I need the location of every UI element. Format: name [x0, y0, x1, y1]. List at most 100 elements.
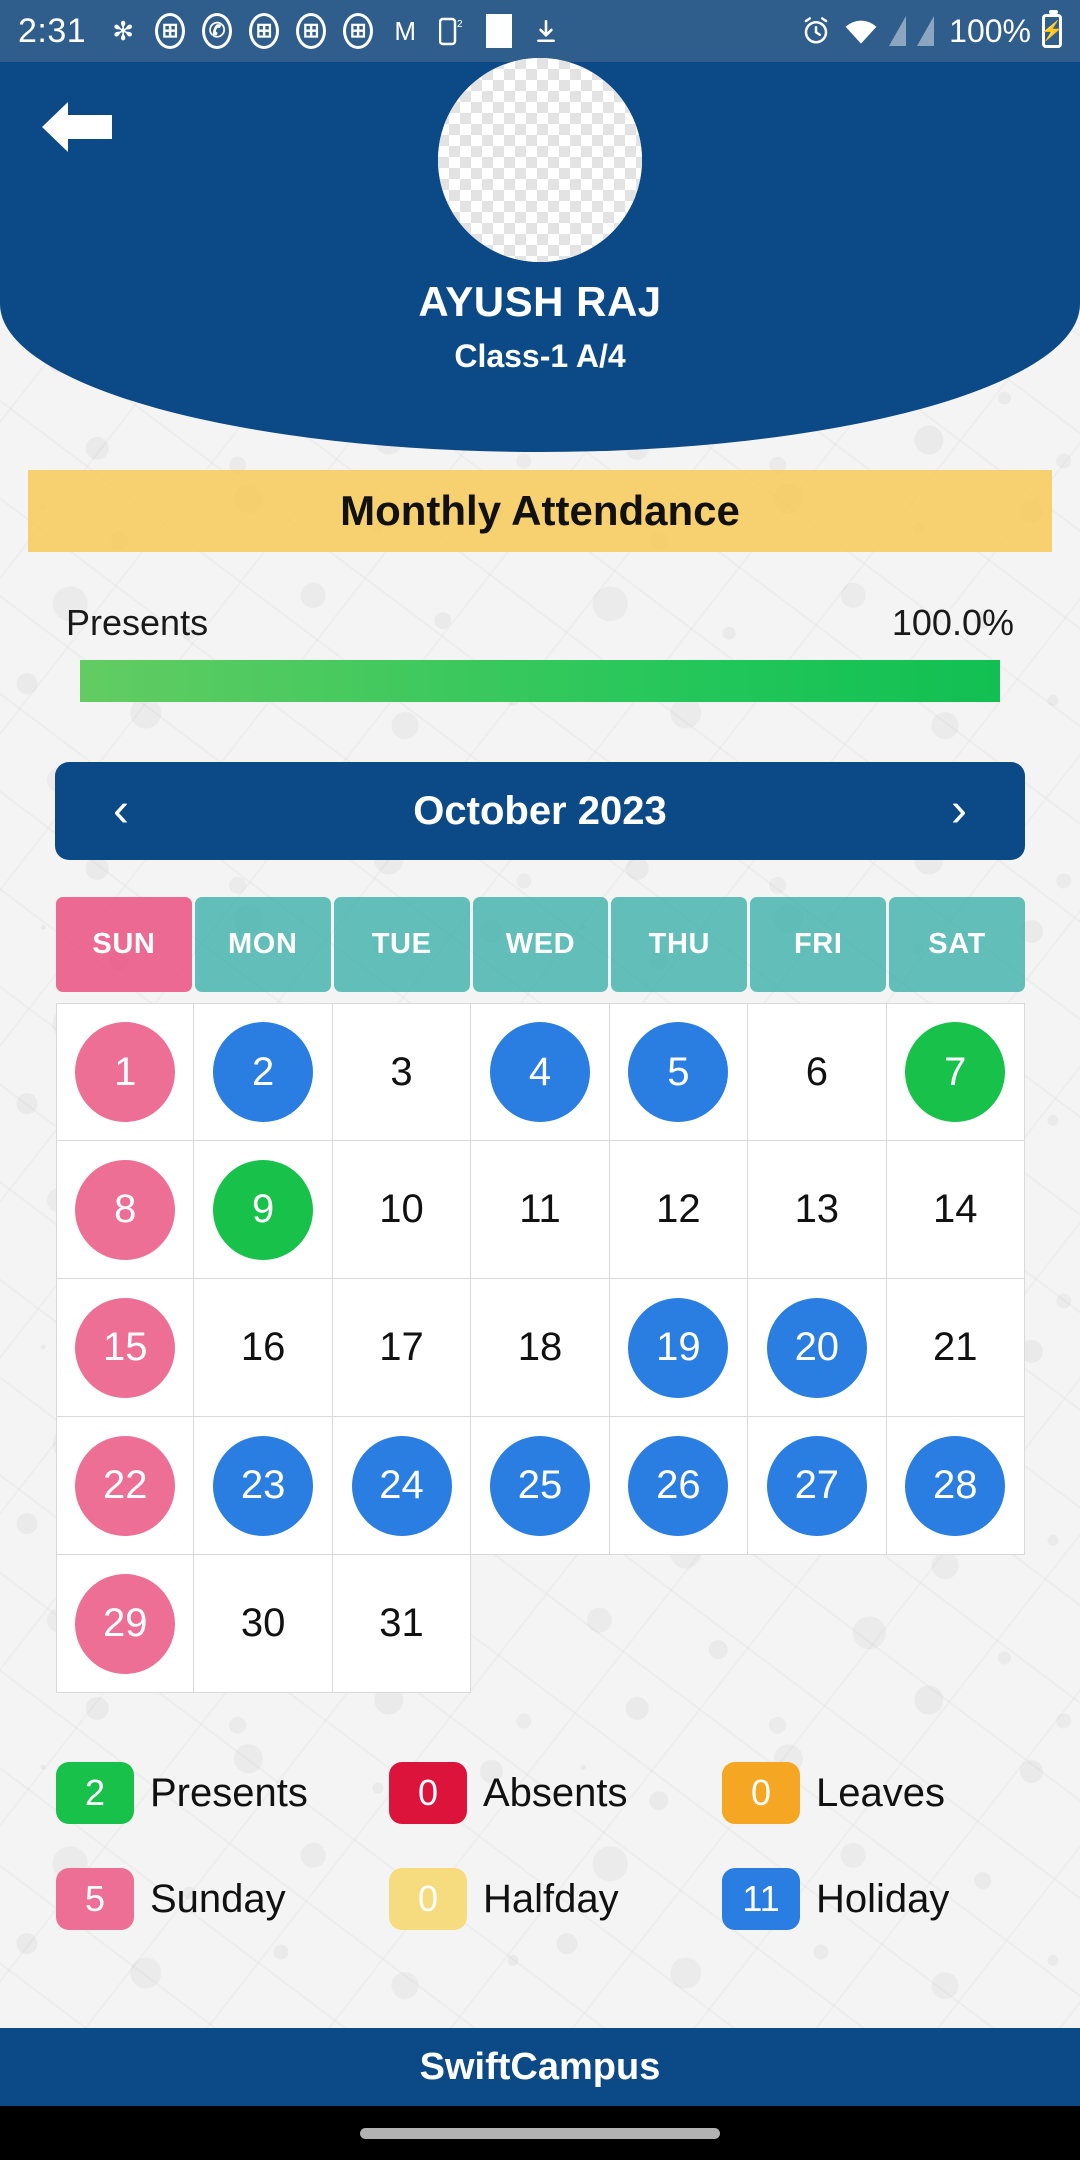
- chevron-right-icon[interactable]: ›: [929, 787, 989, 835]
- battery-icon: ⚡: [1040, 10, 1064, 48]
- presents-label: Presents: [66, 602, 209, 643]
- attendance-legend: 2 Presents 0 Absents 0 Leaves 5 Sunday 0 Halfday 1…: [56, 1740, 1056, 1952]
- calendar-day-cell[interactable]: 20: [748, 1279, 887, 1417]
- day-of-week-header: SUN MON TUE WED THU FRI SAT: [56, 897, 1026, 992]
- calendar-day-cell[interactable]: 1: [56, 1003, 195, 1141]
- calendar-day-cell[interactable]: 19: [609, 1279, 749, 1417]
- day-number: 23: [213, 1435, 314, 1536]
- calendar-day-cell[interactable]: 16: [194, 1279, 333, 1417]
- status-clock: 2:31: [18, 11, 87, 50]
- calendar-day-cell[interactable]: 23: [194, 1417, 333, 1555]
- day-number: 15: [75, 1297, 176, 1398]
- calendar-day-cell[interactable]: 4: [471, 1003, 610, 1141]
- day-header-sun: SUN: [56, 897, 192, 992]
- legend-count-badge: 0: [389, 1762, 467, 1824]
- status-bar: 2:31 ✻ ⊞ ✆ ⊞ ⊞ ⊞ M 2 100% ⚡: [0, 0, 1080, 62]
- day-number: 26: [628, 1435, 729, 1536]
- day-header-sat: SAT: [889, 897, 1026, 992]
- white-square-icon: [482, 14, 516, 48]
- app-screen: 2:31 ✻ ⊞ ✆ ⊞ ⊞ ⊞ M 2 100% ⚡ AYUSH RAJ Cl…: [0, 0, 1080, 2160]
- home-indicator[interactable]: [360, 2127, 720, 2139]
- calendar-day-cell[interactable]: 30: [194, 1555, 333, 1693]
- chevron-left-icon[interactable]: ‹: [91, 787, 151, 835]
- day-number: 1: [75, 1022, 176, 1122]
- day-number: 20: [766, 1297, 867, 1398]
- avatar-checker-backdrop: [438, 58, 642, 262]
- calendar-day-cell[interactable]: 7: [886, 1003, 1025, 1141]
- calendar-day-cell[interactable]: 3: [332, 1003, 472, 1141]
- calendar-day-cell[interactable]: 13: [748, 1141, 887, 1279]
- calendar-day-cell[interactable]: 29: [56, 1555, 195, 1693]
- calendar-cell-empty: [748, 1555, 886, 1693]
- legend-item-present: 2 Presents: [56, 1740, 389, 1846]
- day-number: 17: [379, 1325, 424, 1369]
- day-number: 19: [628, 1297, 729, 1398]
- day-number: 7: [905, 1022, 1006, 1122]
- calendar-day-cell[interactable]: 8: [56, 1141, 195, 1279]
- avatar: [438, 58, 642, 262]
- attendance-calendar: 1 2 3 4 5 6 7 8 9 10 11 12 13 14 15 16 17 18 19 20 21 22 23 24 2…: [56, 1003, 1025, 1693]
- day-number: 18: [517, 1325, 563, 1369]
- calendar-day-cell[interactable]: 15: [56, 1279, 195, 1417]
- legend-item-halfday: 0 Halfday: [389, 1846, 722, 1952]
- app-oval-icon: ⊞: [247, 13, 281, 49]
- calendar-day-cell[interactable]: 31: [332, 1555, 472, 1693]
- calendar-cell-empty: [887, 1555, 1025, 1693]
- day-number: 13: [794, 1187, 840, 1231]
- calendar-day-cell[interactable]: 6: [748, 1003, 887, 1141]
- day-number: 31: [379, 1601, 424, 1645]
- signal-bar-icon: [889, 16, 907, 46]
- calendar-day-cell[interactable]: 11: [471, 1141, 610, 1279]
- day-number: 4: [489, 1022, 590, 1122]
- calendar-day-cell[interactable]: 24: [332, 1417, 472, 1555]
- legend-item-absent: 0 Absents: [389, 1740, 722, 1846]
- calendar-day-cell[interactable]: 21: [886, 1279, 1025, 1417]
- calendar-day-cell[interactable]: 10: [332, 1141, 472, 1279]
- calendar-day-cell[interactable]: 18: [471, 1279, 610, 1417]
- attendance-progress-bar: [80, 660, 1000, 702]
- back-arrow-icon[interactable]: [34, 92, 120, 162]
- day-number: 22: [75, 1435, 176, 1536]
- day-number: 24: [351, 1435, 452, 1536]
- calendar-day-cell[interactable]: 2: [194, 1003, 333, 1141]
- day-number: 30: [240, 1601, 286, 1645]
- day-number: 21: [932, 1325, 978, 1369]
- calendar-day-cell[interactable]: 25: [471, 1417, 610, 1555]
- calendar-day-cell[interactable]: 17: [332, 1279, 472, 1417]
- legend-count-badge: 5: [56, 1868, 134, 1930]
- legend-count-badge: 2: [56, 1762, 134, 1824]
- calendar-day-cell[interactable]: 9: [194, 1141, 333, 1279]
- legend-label: Halfday: [483, 1876, 619, 1921]
- calendar-day-cell[interactable]: 14: [886, 1141, 1025, 1279]
- calendar-day-cell[interactable]: 22: [56, 1417, 195, 1555]
- legend-label: Sunday: [150, 1876, 286, 1921]
- day-number: 9: [213, 1159, 314, 1260]
- legend-label: Leaves: [816, 1770, 945, 1815]
- wifi-icon: [844, 14, 878, 48]
- status-notification-icons: ✻ ⊞ ✆ ⊞ ⊞ ⊞ M 2: [106, 13, 799, 49]
- whatsapp-icon: ✆: [200, 13, 234, 49]
- calendar-day-cell[interactable]: 5: [609, 1003, 749, 1141]
- calendar-day-cell[interactable]: 28: [886, 1417, 1025, 1555]
- day-header-fri: FRI: [750, 897, 887, 992]
- calendar-week-row: 15 16 17 18 19 20 21: [56, 1279, 1025, 1417]
- legend-label: Holiday: [816, 1876, 950, 1921]
- legend-label: Presents: [150, 1770, 308, 1815]
- svg-text:2: 2: [457, 19, 463, 30]
- app-oval-icon: ⊞: [294, 13, 328, 49]
- gmail-icon: M: [394, 16, 417, 46]
- day-header-wed: WED: [472, 897, 609, 992]
- student-name: AYUSH RAJ: [418, 278, 662, 325]
- day-number: 16: [240, 1325, 286, 1369]
- presents-summary-row: Presents 100.0%: [66, 598, 1014, 648]
- day-number: 10: [379, 1187, 424, 1231]
- calendar-cell-empty: [610, 1555, 748, 1693]
- slack-icon: ✻: [112, 16, 135, 46]
- calendar-day-cell[interactable]: 12: [609, 1141, 749, 1279]
- attendance-progress-fill: [80, 660, 1000, 702]
- legend-item-leave: 0 Leaves: [722, 1740, 1055, 1846]
- app-oval-icon: ⊞: [341, 13, 375, 49]
- day-number: 29: [75, 1573, 176, 1674]
- calendar-day-cell[interactable]: 27: [748, 1417, 887, 1555]
- calendar-day-cell[interactable]: 26: [609, 1417, 749, 1555]
